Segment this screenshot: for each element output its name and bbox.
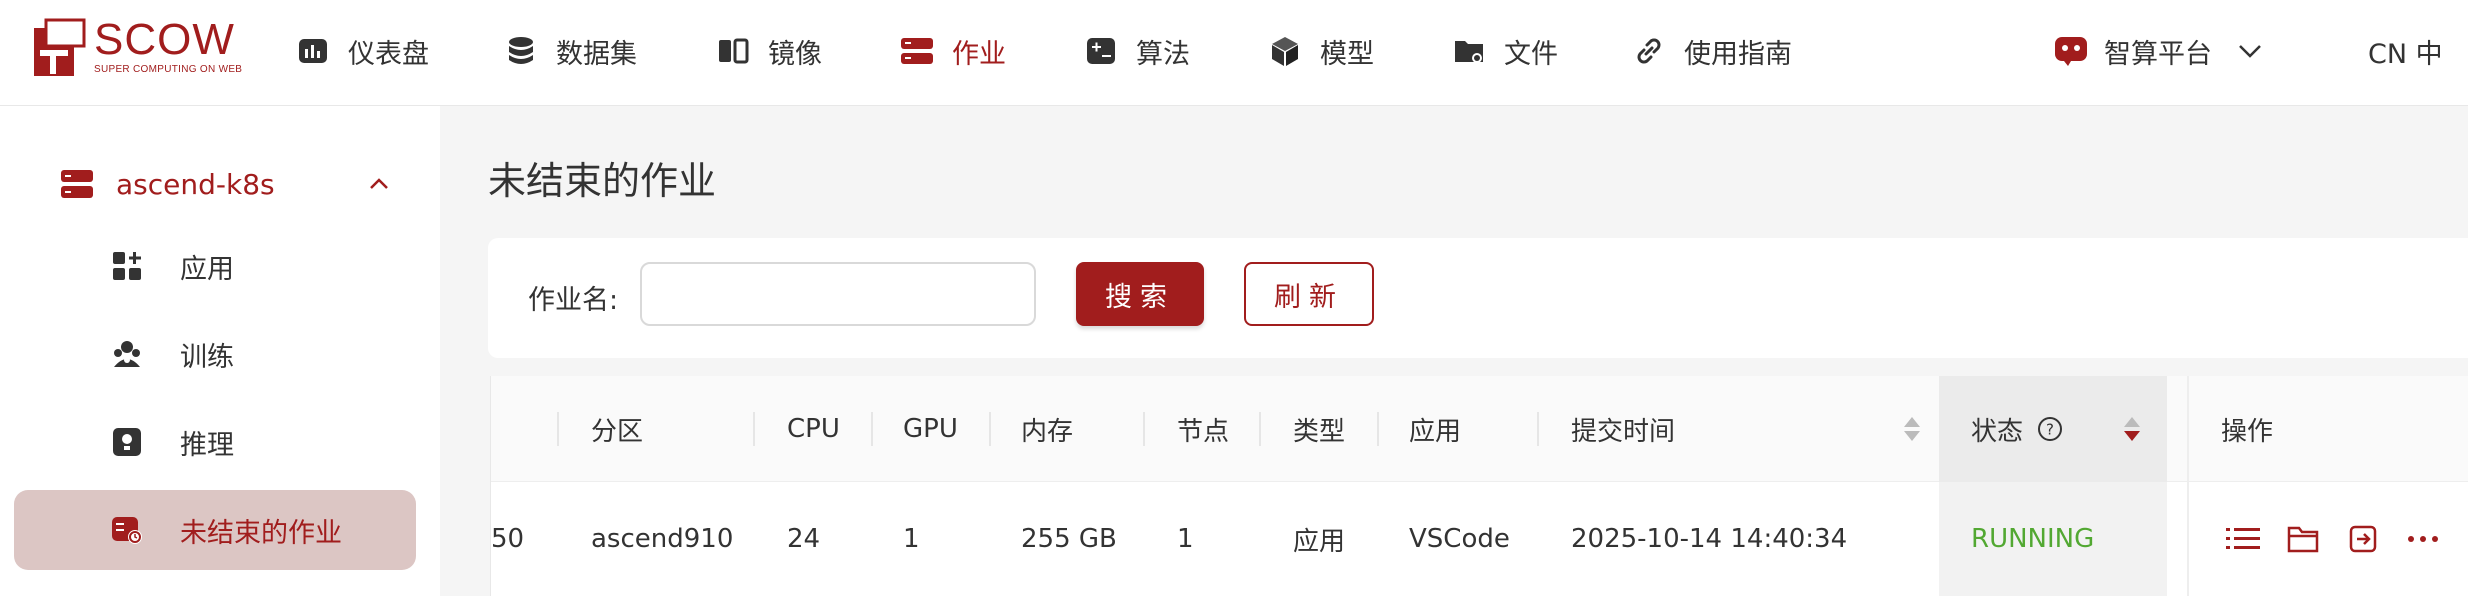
language-label: CN 中	[2368, 38, 2443, 70]
scow-logo[interactable]: SCOW SUPER COMPUTING ON WEB	[32, 18, 242, 78]
col-header-type[interactable]: 类型	[1293, 376, 1345, 482]
chevron-up-icon	[368, 177, 390, 191]
row-actions	[2225, 482, 2465, 596]
col-header-memory[interactable]: 内存	[1021, 376, 1073, 482]
job-icon	[900, 34, 934, 68]
nav-label: 算法	[1136, 38, 1190, 70]
nav-label: 数据集	[556, 38, 637, 70]
platform-switcher[interactable]: 智算平台	[2054, 28, 2262, 74]
cell-nodes: 1	[1177, 524, 1194, 554]
search-panel: 作业名: 搜索 刷新	[488, 238, 2468, 358]
nav-models[interactable]: 模型	[1268, 28, 1374, 74]
svg-text:?: ?	[2046, 421, 2054, 439]
job-name-label: 作业名:	[528, 285, 619, 316]
nav-dashboard[interactable]: 仪表盘	[296, 28, 429, 74]
col-header-partition[interactable]: 分区	[591, 376, 643, 482]
language-switcher[interactable]: CN 中	[2368, 28, 2443, 74]
platform-label: 智算平台	[2104, 38, 2212, 70]
col-header-app[interactable]: 应用	[1409, 376, 1461, 482]
status-badge: RUNNING	[1971, 524, 2095, 554]
algorithm-icon	[1084, 34, 1118, 68]
nav-jobs[interactable]: 作业	[900, 28, 1006, 74]
col-header-submit-time[interactable]: 提交时间	[1571, 376, 1921, 482]
jobs-table: 分区 CPU GPU 内存 节点 类型 应用 提交时间 状态 ? 操作 50 a…	[490, 376, 2468, 596]
help-circle-icon: ?	[2037, 416, 2063, 442]
cell-submit-time: 2025-10-14 14:40:34	[1571, 524, 1848, 554]
cell-partition: ascend910	[591, 524, 734, 554]
enter-icon[interactable]	[2345, 521, 2381, 557]
apps-icon	[110, 249, 144, 283]
nav-label: 文件	[1504, 38, 1558, 70]
sidebar-group-label: ascend-k8s	[116, 167, 275, 201]
folder-open-icon[interactable]	[2285, 521, 2321, 557]
sidebar-item-label: 未结束的作业	[180, 517, 342, 549]
col-header-cpu[interactable]: CPU	[787, 376, 840, 482]
server-icon	[60, 169, 94, 199]
brand-name: SCOW	[94, 15, 235, 64]
sidebar-group-ascend-k8s[interactable]: ascend-k8s	[60, 156, 390, 212]
link-icon	[1632, 34, 1666, 68]
nav-label: 仪表盘	[348, 38, 429, 70]
col-header-nodes[interactable]: 节点	[1177, 376, 1229, 482]
list-icon[interactable]	[2225, 521, 2261, 557]
dashboard-icon	[296, 34, 330, 68]
chevron-down-icon	[2238, 43, 2262, 59]
col-header-status[interactable]: 状态 ?	[1971, 376, 2141, 482]
col-header-actions: 操作	[2221, 416, 2274, 447]
top-header: SCOW SUPER COMPUTING ON WEB 仪表盘 数据集 镜像 作…	[0, 0, 2468, 106]
image-icon	[716, 34, 750, 68]
database-icon	[504, 34, 538, 68]
logo-mark-icon	[32, 18, 86, 78]
model-cube-icon	[1268, 34, 1302, 68]
cell-cpu: 24	[787, 524, 821, 554]
col-header-label: 状态	[1971, 416, 2024, 447]
cell-job-id-fragment: 50	[491, 524, 525, 554]
col-header-gpu[interactable]: GPU	[903, 376, 958, 482]
nav-label: 模型	[1320, 38, 1374, 70]
refresh-button[interactable]: 刷新	[1244, 262, 1374, 326]
sidebar-item-label: 应用	[180, 253, 234, 285]
sidebar-item-apps[interactable]: 应用	[14, 226, 416, 306]
nav-label: 使用指南	[1684, 38, 1792, 70]
cell-gpu: 1	[903, 524, 920, 554]
sidebar-item-inference[interactable]: 推理	[14, 402, 416, 482]
sidebar-item-training[interactable]: 训练	[14, 314, 416, 394]
cell-app: VSCode	[1409, 524, 1510, 554]
sidebar: ascend-k8s 应用 训练 推理 未结束的作业	[0, 106, 440, 596]
robot-icon	[2054, 34, 2088, 68]
sidebar-item-label: 推理	[180, 429, 234, 461]
search-button[interactable]: 搜索	[1076, 262, 1204, 326]
sort-icon	[1903, 416, 1921, 442]
page-title: 未结束的作业	[488, 159, 717, 203]
cell-type: 应用	[1293, 526, 1346, 557]
training-icon	[110, 337, 144, 371]
folder-icon	[1452, 34, 1486, 68]
table-row: 50 ascend910 24 1 255 GB 1 应用 VSCode 202…	[491, 482, 2468, 596]
nav-label: 作业	[952, 38, 1006, 70]
inference-icon	[110, 425, 144, 459]
nav-datasets[interactable]: 数据集	[504, 28, 637, 74]
brand-tagline: SUPER COMPUTING ON WEB	[94, 64, 243, 75]
more-icon[interactable]	[2405, 521, 2441, 557]
cell-memory: 255 GB	[1021, 524, 1117, 554]
sort-desc-active-icon	[2123, 416, 2141, 442]
job-name-input[interactable]	[640, 262, 1036, 326]
nav-files[interactable]: 文件	[1452, 28, 1558, 74]
nav-images[interactable]: 镜像	[716, 28, 822, 74]
sidebar-item-running-jobs[interactable]: 未结束的作业	[14, 490, 416, 570]
nav-label: 镜像	[768, 38, 822, 70]
col-header-label: 提交时间	[1571, 416, 1676, 447]
nav-guide[interactable]: 使用指南	[1632, 28, 1792, 74]
sidebar-item-label: 训练	[180, 341, 234, 373]
running-job-icon	[110, 513, 144, 547]
nav-algorithms[interactable]: 算法	[1084, 28, 1190, 74]
